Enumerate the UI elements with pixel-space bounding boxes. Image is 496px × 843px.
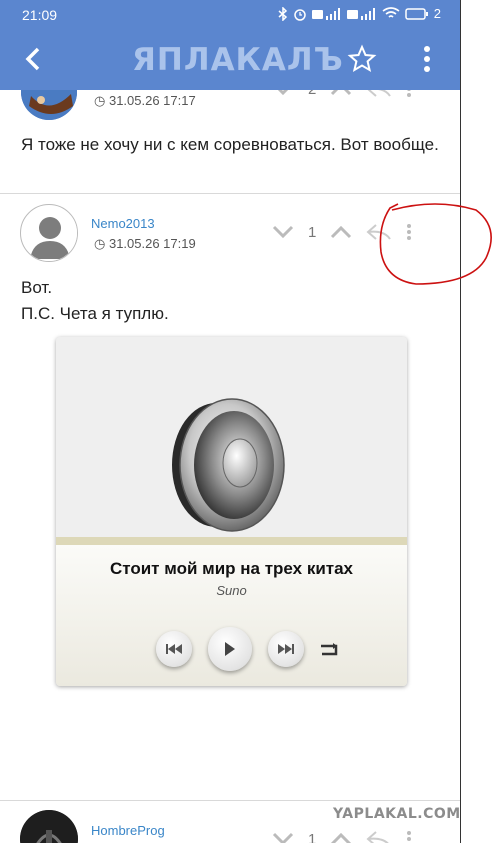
vote-up-icon[interactable] [330,832,352,843]
battery-level: 2 [433,6,441,21]
signal-icon [346,7,375,20]
post-date: ◷ 31.05.26 17:17 [94,93,196,108]
app-header: 21:09 2 ЯПЛАКАЛЪ [0,0,461,90]
author-name[interactable]: HombreProg [91,823,165,838]
repeat-icon [321,643,338,656]
bluetooth-icon [278,6,287,21]
vote-count: 1 [308,830,317,843]
avatar[interactable] [20,810,78,843]
vote-down-icon[interactable] [272,832,294,843]
alarm-icon [294,8,306,21]
previous-button[interactable] [156,631,192,667]
repeat-button[interactable] [318,641,340,659]
divider [0,193,461,194]
track-artist: Suno [216,583,247,598]
site-logo[interactable]: ЯПЛАКАЛЪ [132,42,344,78]
clock-icon: ◷ [94,236,106,251]
speaker-icon [172,398,285,532]
reply-icon[interactable] [366,223,392,241]
wifi-icon [382,7,400,18]
status-icons: 2 [278,6,441,21]
kebab-menu-icon[interactable] [406,223,412,241]
clock-icon: ◷ [94,93,106,108]
skip-back-icon [166,644,182,654]
kebab-menu-icon[interactable] [406,830,412,843]
next-button[interactable] [268,631,304,667]
reply-icon[interactable] [366,830,392,843]
post-date: ◷ 31.05.26 17:19 [94,236,196,251]
app-screen: ◷ 31.05.26 17:17 2 Я тоже не хочу ни с к… [0,0,461,843]
post-text-line: П.С. Чета я туплю. [21,304,169,323]
author-name[interactable]: Nemo2013 [91,216,155,231]
vote-down-icon[interactable] [272,225,294,239]
post-text-line: Вот. [21,278,53,297]
album-art [56,337,407,537]
watermark: YAPLAKAL.COM [333,806,461,822]
star-icon[interactable] [347,44,377,74]
battery-icon [405,7,428,20]
divider [0,800,461,801]
vote-up-icon[interactable] [330,225,352,239]
play-icon [225,642,235,656]
chevron-left-icon[interactable] [18,44,48,74]
avatar[interactable] [20,204,78,262]
progress-bar[interactable] [56,537,407,545]
post-text: Я тоже не хочу ни с кем соревноваться. В… [21,135,439,154]
frame-margin [461,0,496,843]
audio-player: Стоит мой мир на трех китах Suno [56,337,407,686]
vote-count: 1 [308,223,317,241]
play-button[interactable] [208,627,252,671]
track-title: Стоит мой мир на трех китах [109,559,354,578]
signal-icon [311,7,340,20]
vote-controls: 1 [272,223,412,241]
post-text: Вот. П.С. Чета я туплю. [21,275,441,327]
vote-controls: 1 [272,830,412,843]
status-time: 21:09 [22,7,58,23]
skip-forward-icon [278,644,294,654]
kebab-menu-icon[interactable] [420,44,434,74]
